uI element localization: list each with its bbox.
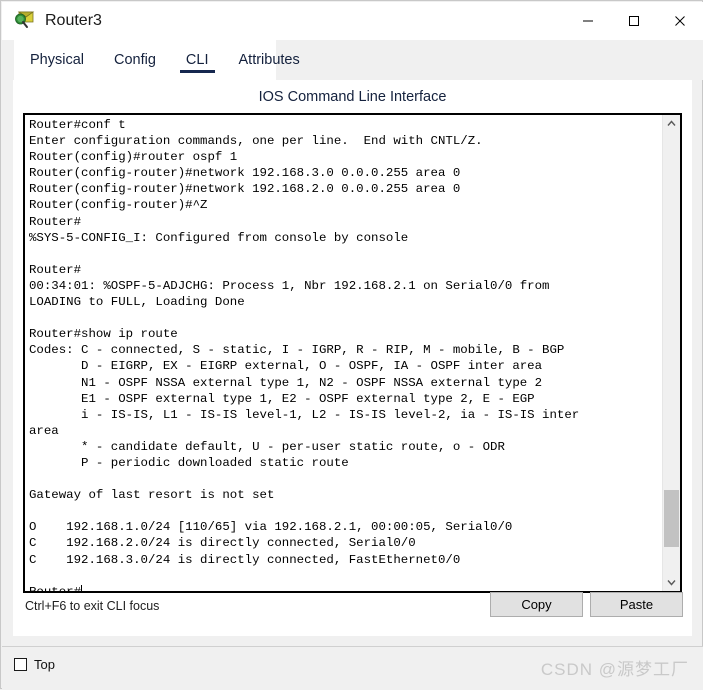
tab-config[interactable]: Config (104, 40, 166, 80)
terminal-text: Router#conf t Enter configuration comman… (29, 117, 662, 591)
top-checkbox-label: Top (34, 657, 55, 672)
scrollbar-track[interactable] (663, 132, 680, 574)
tab-cli[interactable]: CLI (176, 40, 219, 80)
top-checkbox[interactable] (14, 658, 27, 671)
title-bar: Router3 (2, 2, 703, 40)
tab-strip: Physical Config CLI Attributes (2, 40, 703, 80)
terminal-scrollbar[interactable] (662, 115, 680, 591)
terminal-cursor (81, 584, 83, 591)
close-button[interactable] (657, 2, 703, 40)
paste-button[interactable]: Paste (590, 592, 683, 617)
cli-focus-hint: Ctrl+F6 to exit CLI focus (25, 599, 160, 613)
watermark: CSDN @源梦工厂 (540, 660, 689, 679)
minimize-button[interactable] (565, 2, 611, 40)
window-footer: Top CSDN @源梦工厂 (2, 646, 703, 690)
scrollbar-thumb[interactable] (664, 490, 679, 548)
scroll-up-icon[interactable] (663, 115, 680, 132)
panel-title: IOS Command Line Interface (258, 89, 447, 105)
packet-tracer-device-icon (14, 10, 36, 32)
maximize-button[interactable] (611, 2, 657, 40)
window-title: Router3 (45, 12, 102, 29)
terminal-output[interactable]: Router#conf t Enter configuration comman… (25, 115, 662, 591)
top-checkbox-row[interactable]: Top (14, 657, 55, 672)
cli-panel: IOS Command Line Interface Router#conf t… (13, 80, 692, 636)
terminal-container: Router#conf t Enter configuration comman… (23, 113, 682, 593)
copy-button[interactable]: Copy (490, 592, 583, 617)
tab-physical[interactable]: Physical (20, 40, 94, 80)
scroll-down-icon[interactable] (663, 574, 680, 591)
router-cli-window: Router3 Physical Config CLI Attributes I… (0, 0, 703, 690)
window-controls (565, 2, 703, 40)
tab-attributes[interactable]: Attributes (229, 40, 310, 80)
